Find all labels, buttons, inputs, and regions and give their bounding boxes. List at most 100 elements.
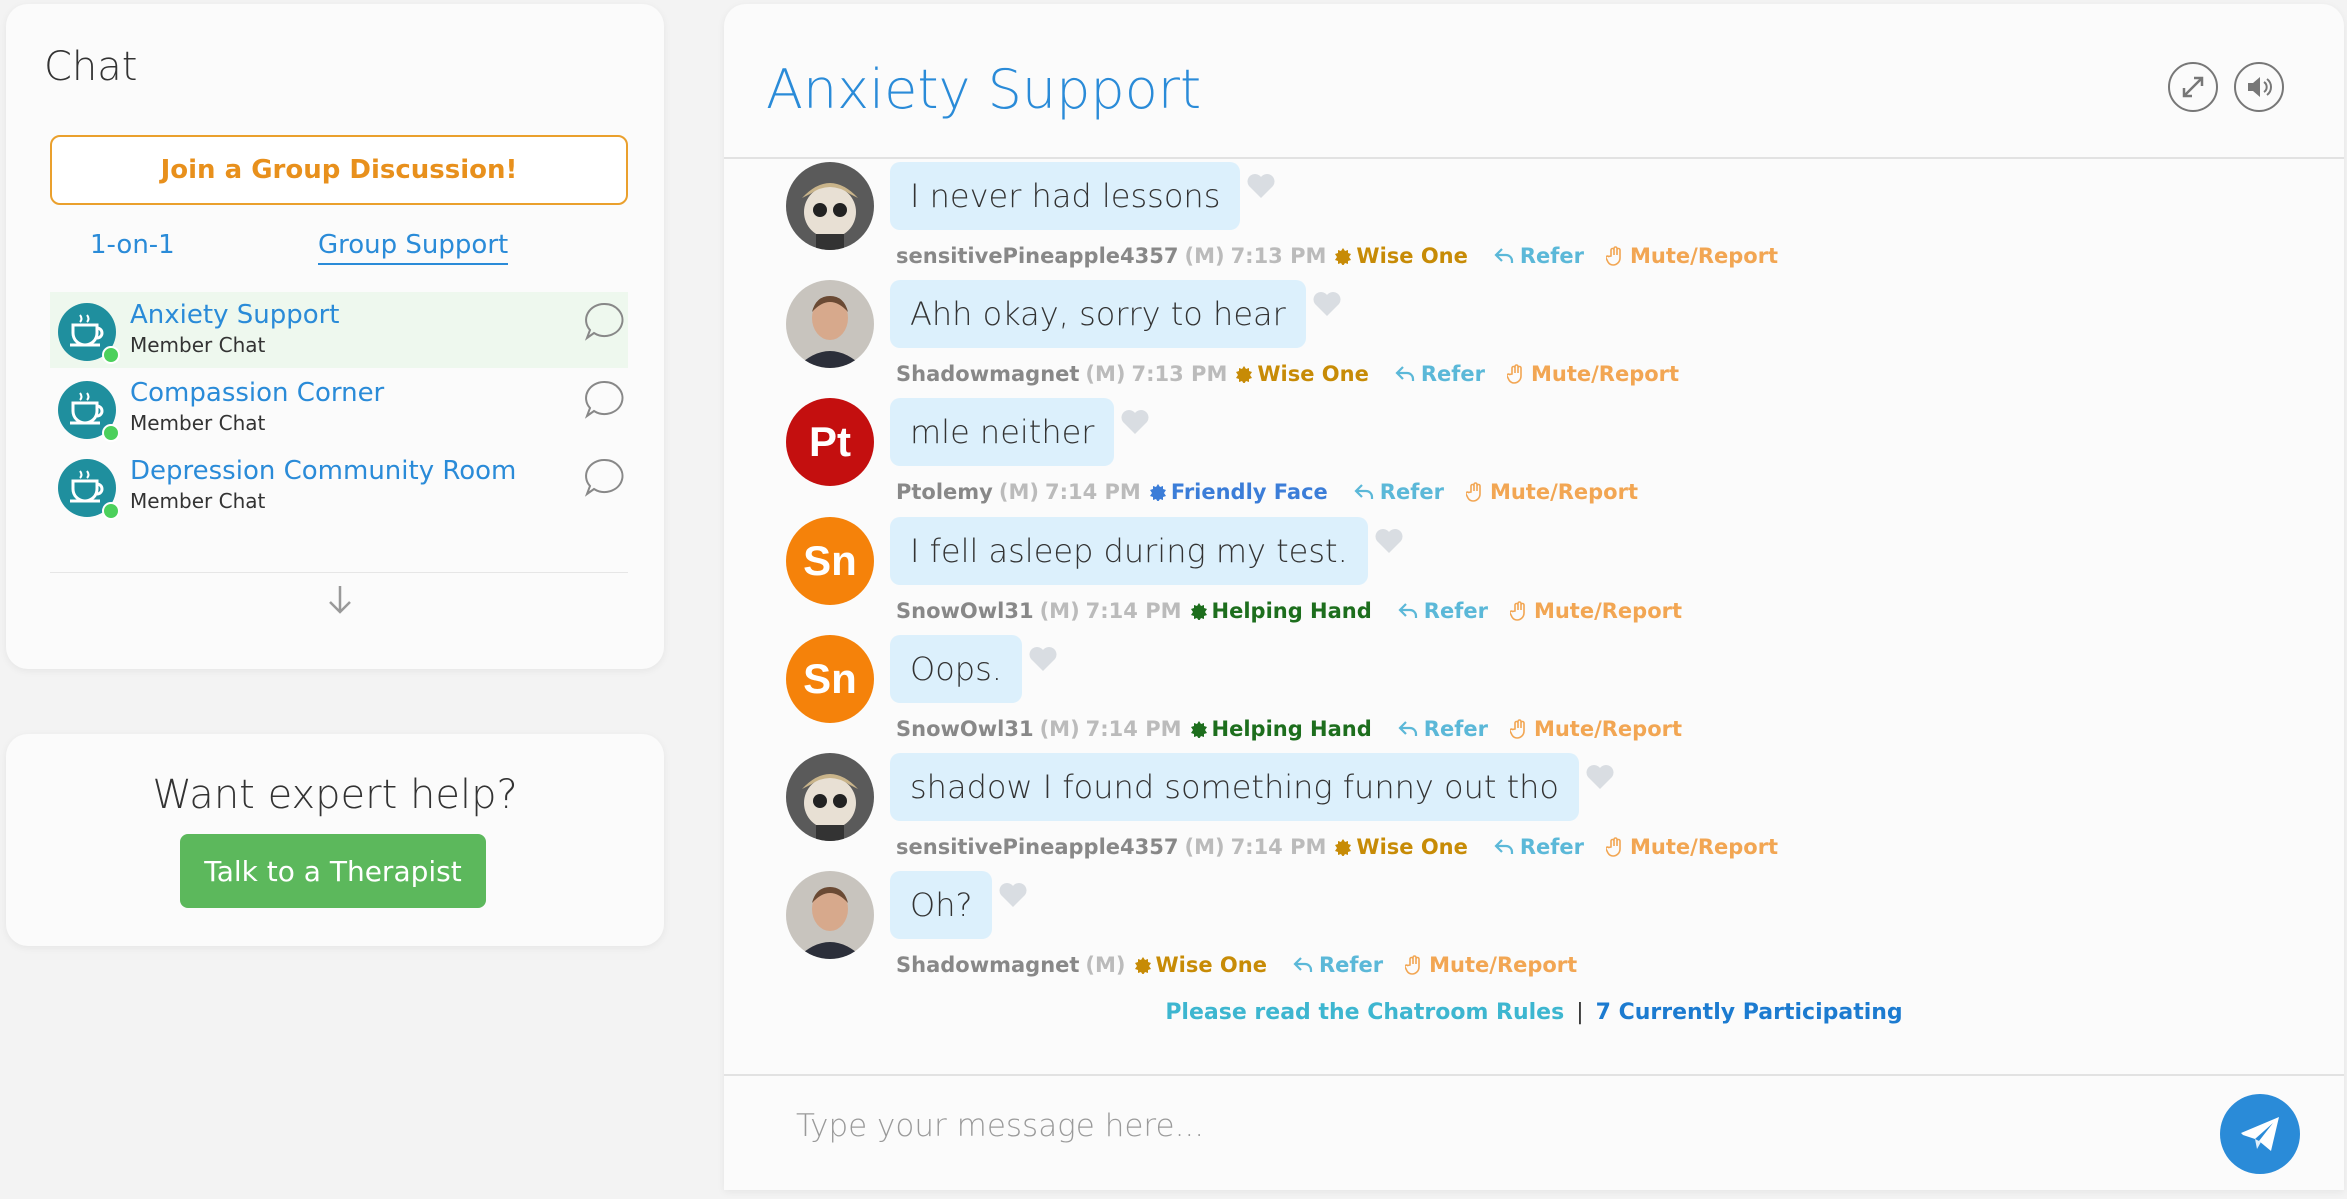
room-subtitle: Member Chat <box>130 411 266 435</box>
online-status-dot <box>102 502 120 520</box>
room-name: Anxiety Support <box>130 300 340 330</box>
timestamp: 7:13 PM <box>1131 362 1228 387</box>
username-link[interactable]: Shadowmagnet <box>896 362 1079 386</box>
room-subtitle: Member Chat <box>130 333 266 357</box>
mute-report-label: Mute/Report <box>1429 953 1578 978</box>
heart-icon[interactable] <box>1028 645 1058 673</box>
message-bubble: mle neither <box>890 398 1115 467</box>
badge-label: Helping Hand <box>1211 716 1372 741</box>
avatar-photo[interactable] <box>786 753 874 841</box>
mute-report-label: Mute/Report <box>1630 244 1779 268</box>
avatar-photo[interactable] <box>786 162 874 250</box>
refer-button[interactable]: Refer <box>1398 717 1488 741</box>
chatroom-rules-link[interactable]: Please read the Chatroom Rules <box>1165 1000 1564 1025</box>
message-row: Oh? Shadowmagnet (M) Wise One Refer Mute/Repo… <box>786 871 2286 989</box>
message-bubble: Oh? <box>890 871 993 940</box>
message-row: shadow I found something funny out tho se… <box>786 753 2286 871</box>
hand-icon <box>1465 482 1481 503</box>
badge-label: Helping Hand <box>1211 598 1372 623</box>
room-item-anxiety-support[interactable]: Anxiety Support Member Chat <box>50 292 628 368</box>
message-input[interactable] <box>794 1100 2098 1152</box>
mute-report-button[interactable]: Mute/Report <box>1506 362 1679 386</box>
username-link[interactable]: SnowOwl31 <box>896 717 1034 741</box>
message-row: I never had lessons sensitivePineapple435… <box>786 162 2286 280</box>
refer-label: Refer <box>1519 244 1585 268</box>
message-meta: Ptolemy (M) 7:14 PM Friendly Face Refer Mute/… <box>896 480 1638 504</box>
refer-button[interactable]: Refer <box>1395 362 1485 386</box>
message-bubble: Ahh okay, sorry to hear <box>890 280 1306 349</box>
mute-report-label: Mute/Report <box>1489 480 1639 505</box>
message-bubble: I never had lessons <box>890 162 1241 230</box>
sound-button[interactable] <box>2234 62 2284 112</box>
participants-link[interactable]: 7 Currently Participating <box>1596 1000 1903 1025</box>
message-meta: Shadowmagnet (M) 7:13 PM Wise One Refer Mute/… <box>896 362 1679 386</box>
sidebar-title: Chat <box>44 44 138 90</box>
avatar-initials[interactable]: Pt <box>786 398 874 487</box>
badge-star-icon <box>1335 839 1352 856</box>
hand-icon <box>1509 600 1525 621</box>
message-row: Pt mle neither Ptolemy (M) 7:14 PM Friendly F… <box>786 398 2286 516</box>
refer-button[interactable]: Refer <box>1494 244 1584 268</box>
room-name: Compassion Corner <box>130 378 385 408</box>
refer-button[interactable]: Refer <box>1494 835 1584 859</box>
join-group-discussion-button[interactable]: Join a Group Discussion! <box>50 135 628 205</box>
mute-report-button[interactable]: Mute/Report <box>1405 953 1577 977</box>
heart-icon[interactable] <box>1585 763 1615 791</box>
message-meta: Shadowmagnet (M) Wise One Refer Mute/Report <box>896 953 1577 977</box>
badge-label: Friendly Face <box>1170 480 1328 505</box>
mute-report-label: Mute/Report <box>1630 835 1779 859</box>
refer-label: Refer <box>1318 953 1384 978</box>
avatar-photo[interactable] <box>786 871 874 960</box>
expand-button[interactable] <box>2168 62 2218 112</box>
message-meta: sensitivePineapple4357 (M) 7:14 PM Wise One… <box>896 835 1778 859</box>
tab-group-support[interactable]: Group Support <box>318 230 509 265</box>
refer-label: Refer <box>1423 716 1488 741</box>
mute-report-button[interactable]: Mute/Report <box>1606 835 1778 859</box>
heart-icon[interactable] <box>1312 290 1342 318</box>
tab-1-on-1[interactable]: 1-on-1 <box>90 230 175 260</box>
refer-label: Refer <box>1420 362 1485 387</box>
gender-label: (M) <box>1085 362 1126 387</box>
badge-label: Wise One <box>1356 835 1468 859</box>
refer-button[interactable]: Refer <box>1354 480 1444 504</box>
reply-icon <box>1398 602 1417 618</box>
message-row: Sn I fell asleep during my test. SnowOwl31… <box>786 516 2286 635</box>
mute-report-button[interactable]: Mute/Report <box>1606 244 1778 268</box>
mute-report-button[interactable]: Mute/Report <box>1509 717 1682 741</box>
rank-badge: Helping Hand <box>1190 599 1372 623</box>
avatar-photo[interactable] <box>786 280 874 369</box>
refer-label: Refer <box>1423 598 1488 623</box>
timestamp: 7:14 PM <box>1085 716 1182 741</box>
mute-report-button[interactable]: Mute/Report <box>1465 480 1639 505</box>
input-divider <box>724 1074 2344 1076</box>
talk-to-therapist-button[interactable]: Talk to a Therapist <box>180 834 486 908</box>
avatar-initials[interactable]: Sn <box>786 516 874 605</box>
refer-button[interactable]: Refer <box>1293 953 1383 977</box>
send-button[interactable] <box>2220 1094 2300 1174</box>
badge-star-icon <box>1190 720 1207 738</box>
heart-icon[interactable] <box>1246 172 1276 200</box>
username-link[interactable]: Shadowmagnet <box>896 953 1079 977</box>
username-link[interactable]: Ptolemy <box>896 480 993 504</box>
username-link[interactable]: sensitivePineapple4357 <box>896 244 1178 268</box>
heart-icon[interactable] <box>1120 408 1150 436</box>
room-item-depression-community-room[interactable]: Depression Community Room Member Chat <box>50 448 628 524</box>
heart-icon[interactable] <box>1374 527 1404 555</box>
message-row: Sn Oops. SnowOwl31 (M) 7:14 PM Helping Hand Re… <box>786 634 2286 753</box>
arrow-down-icon[interactable] <box>324 582 356 618</box>
divider <box>50 572 628 573</box>
username-link[interactable]: SnowOwl31 <box>896 599 1034 623</box>
room-item-compassion-corner[interactable]: Compassion Corner Member Chat <box>50 370 628 446</box>
avatar-initials[interactable]: Sn <box>786 634 874 723</box>
mute-report-button[interactable]: Mute/Report <box>1509 599 1682 623</box>
rank-badge: Wise One <box>1334 244 1468 268</box>
badge-star-icon <box>1190 602 1207 620</box>
heart-icon[interactable] <box>998 881 1028 909</box>
username-link[interactable]: sensitivePineapple4357 <box>896 835 1178 859</box>
timestamp: 7:14 PM <box>1085 598 1182 623</box>
refer-button[interactable]: Refer <box>1398 599 1488 623</box>
online-status-dot <box>102 424 120 442</box>
badge-star-icon <box>1335 248 1352 265</box>
header-divider <box>724 157 2344 159</box>
gender-label: (M) <box>998 480 1039 505</box>
